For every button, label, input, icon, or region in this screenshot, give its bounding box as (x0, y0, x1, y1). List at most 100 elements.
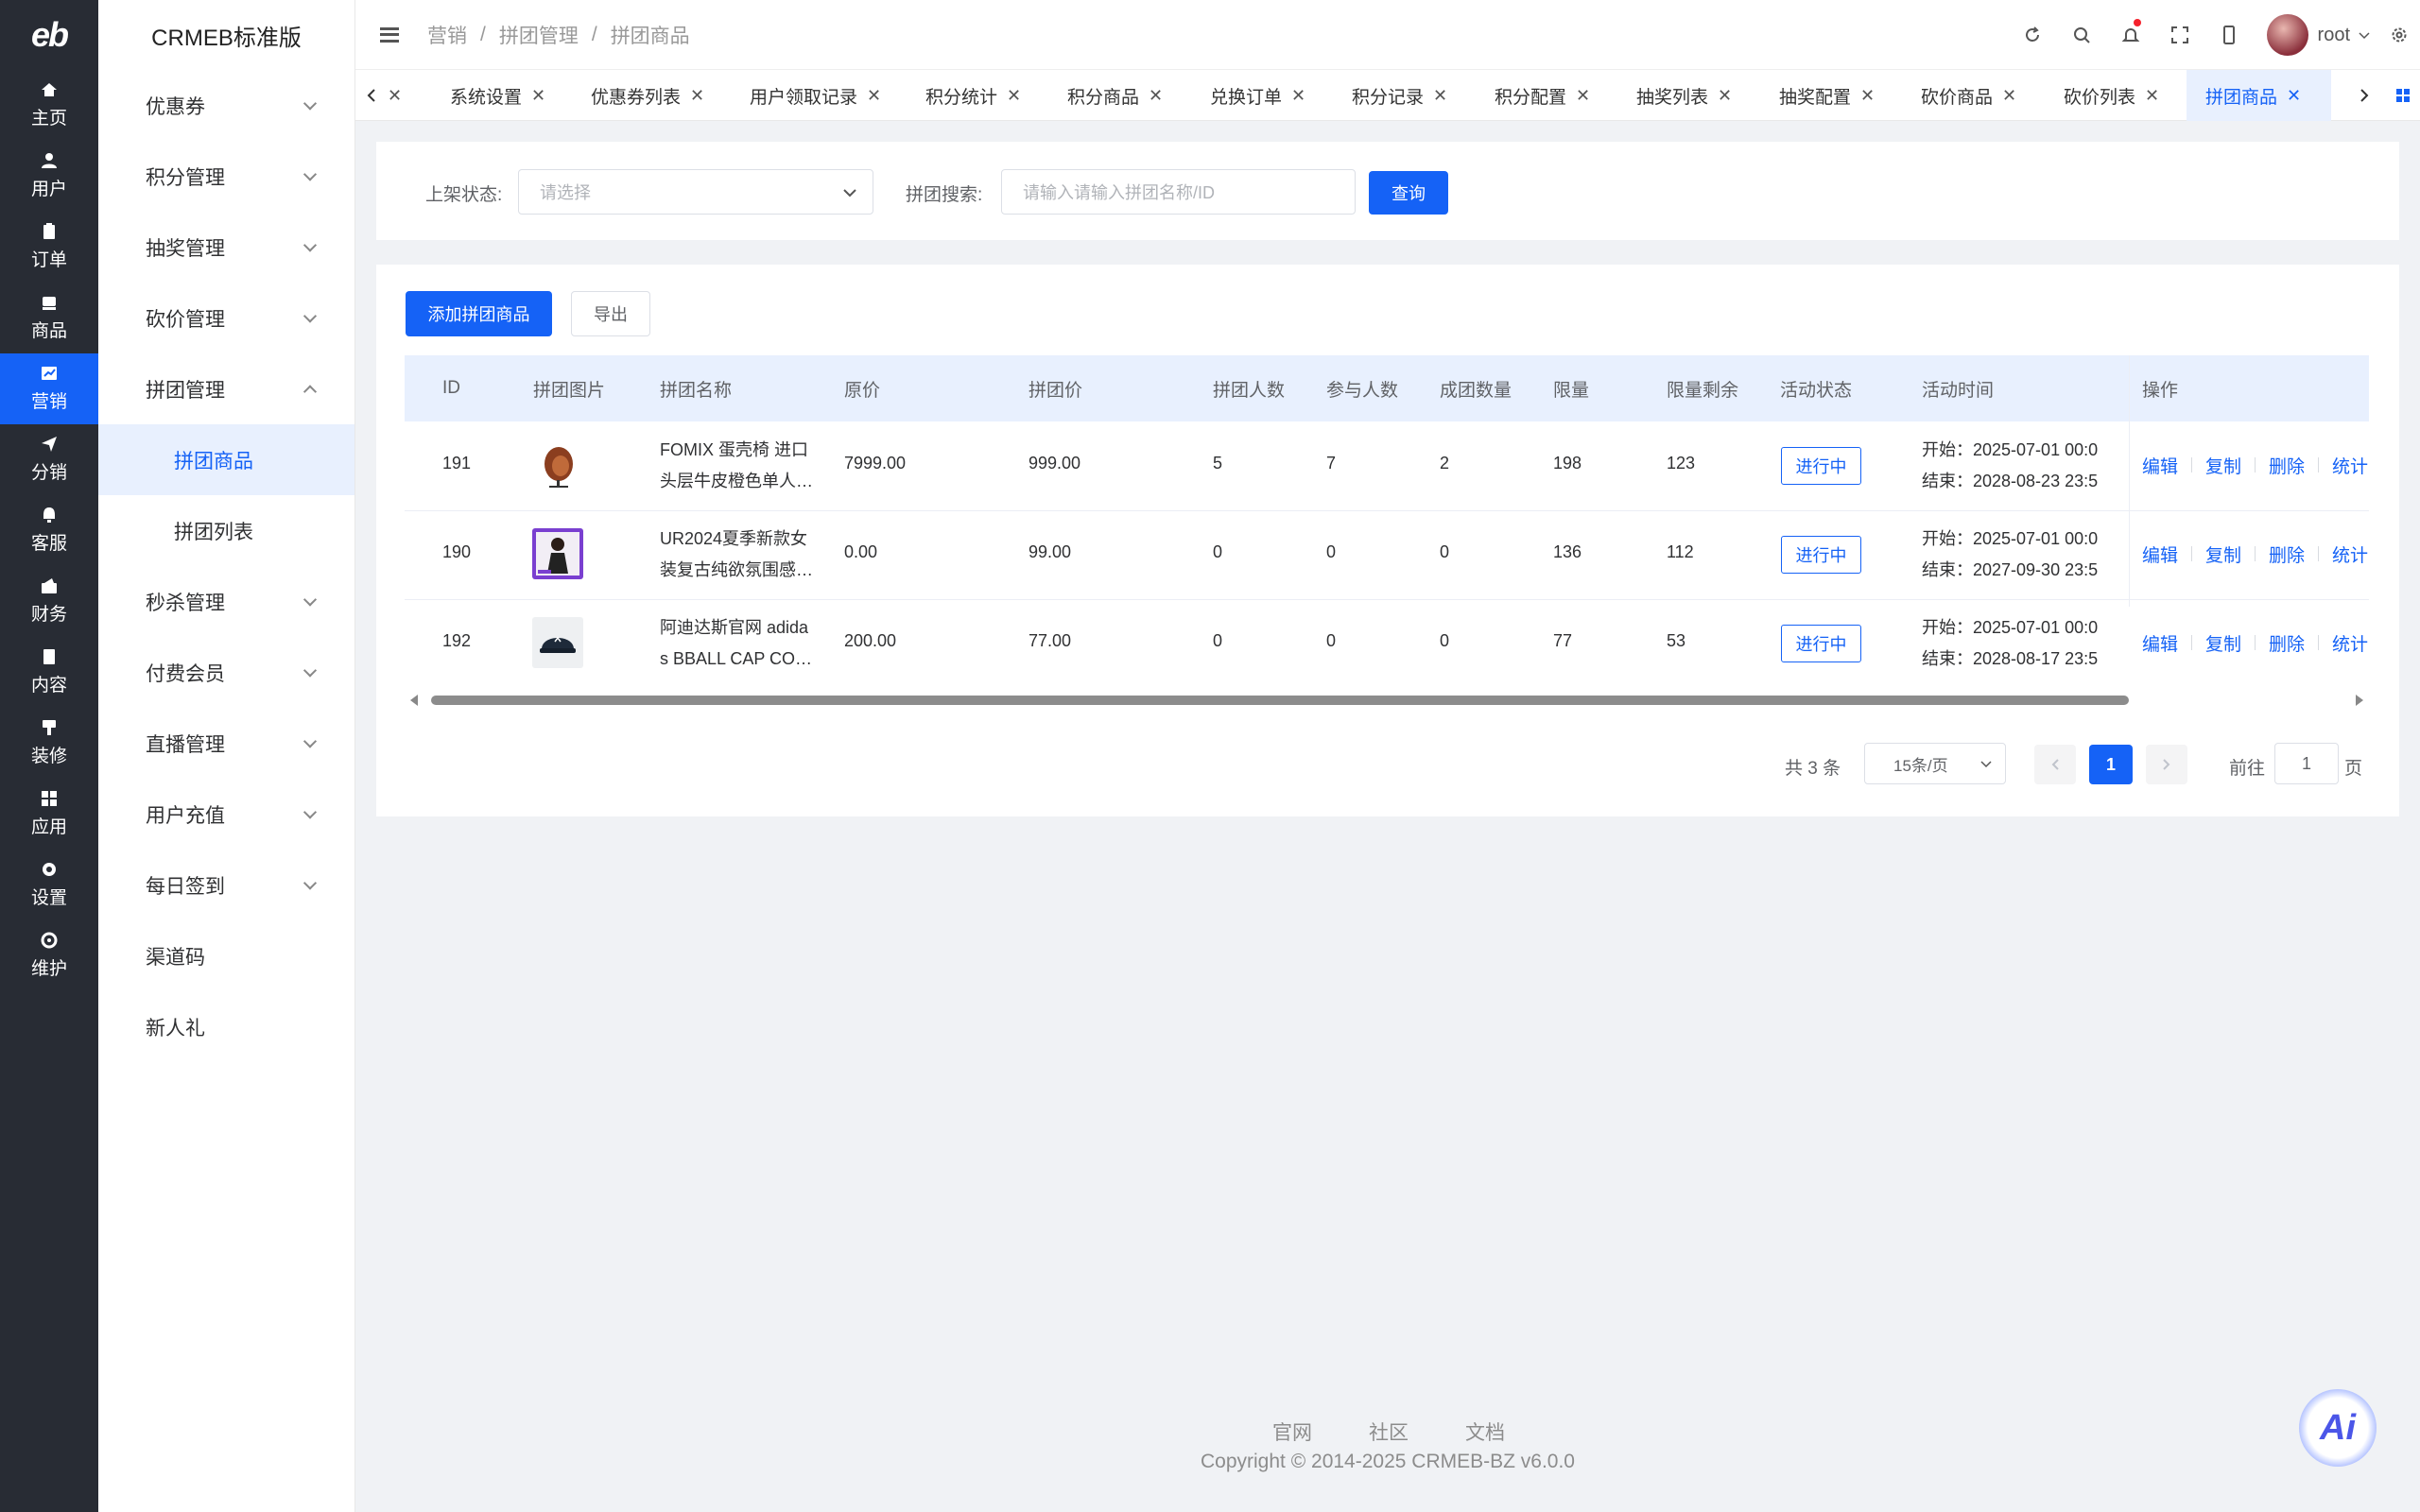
copy-link[interactable]: 复制 (2205, 541, 2241, 567)
tab-lottery-list[interactable]: 抽奖列表 ✕ (1617, 70, 1751, 121)
stats-link[interactable]: 统计 (2332, 453, 2368, 478)
menu-points[interactable]: 积分管理 (98, 141, 354, 212)
menu-bargain[interactable]: 砍价管理 (98, 283, 354, 353)
goto-page-input[interactable]: 1 (2274, 743, 2339, 784)
close-icon[interactable]: ✕ (1718, 86, 1732, 106)
delete-link[interactable]: 删除 (2269, 630, 2305, 656)
menu-newcomer-gift[interactable]: 新人礼 (98, 991, 354, 1062)
menu-channel-code[interactable]: 渠道码 (98, 920, 354, 991)
ai-assistant-button[interactable]: Ai (2299, 1389, 2377, 1467)
close-icon[interactable]: ✕ (1007, 86, 1021, 106)
avatar[interactable] (2266, 14, 2308, 56)
menu-coupon[interactable]: 优惠券 (98, 70, 354, 141)
rail-item-home[interactable]: 主页 (0, 70, 98, 141)
copy-link[interactable]: 复制 (2205, 453, 2241, 478)
next-page-button[interactable] (2146, 745, 2187, 784)
horizontal-scrollbar[interactable] (405, 691, 2369, 710)
breadcrumb-item[interactable]: 营销 (427, 21, 467, 49)
stats-link[interactable]: 统计 (2332, 630, 2368, 656)
logo[interactable]: eb (0, 0, 98, 70)
gear-icon[interactable] (2378, 0, 2420, 70)
breadcrumb-item[interactable]: 拼团管理 (499, 21, 579, 49)
tab-grid-icon[interactable] (2386, 70, 2420, 121)
prev-page-button[interactable] (2034, 745, 2076, 784)
tab-bargain-list[interactable]: 砍价列表 ✕ (2045, 70, 2178, 121)
query-button[interactable]: 查询 (1369, 171, 1448, 215)
close-icon[interactable]: ✕ (2287, 86, 2301, 106)
menu-seckill[interactable]: 秒杀管理 (98, 566, 354, 637)
export-button[interactable]: 导出 (571, 291, 650, 336)
tab-user-claims[interactable]: 用户领取记录 ✕ (731, 70, 900, 121)
rail-item-settings[interactable]: 设置 (0, 850, 98, 920)
close-icon[interactable]: ✕ (531, 86, 545, 106)
add-group-goods-button[interactable]: 添加拼团商品 (406, 291, 552, 336)
tab-lottery-config[interactable]: 抽奖配置 ✕ (1760, 70, 1893, 121)
product-image[interactable] (532, 528, 583, 579)
close-icon[interactable]: ✕ (867, 86, 881, 106)
tab-points-stats[interactable]: 积分统计 ✕ (907, 70, 1040, 121)
menu-live[interactable]: 直播管理 (98, 708, 354, 779)
rail-item-distribution[interactable]: 分销 (0, 424, 98, 495)
delete-link[interactable]: 删除 (2269, 453, 2305, 478)
close-icon[interactable]: ✕ (1433, 86, 1447, 106)
refresh-icon[interactable] (2008, 0, 2057, 70)
edit-link[interactable]: 编辑 (2142, 453, 2178, 478)
fullscreen-icon[interactable] (2155, 0, 2204, 70)
menu-toggle-icon[interactable] (380, 26, 399, 43)
tab-scroll-left[interactable]: ✕ (355, 70, 411, 121)
rail-item-service[interactable]: 客服 (0, 495, 98, 566)
close-icon[interactable]: ✕ (1149, 86, 1163, 106)
tab-group-goods[interactable]: 拼团商品 ✕ (2187, 70, 2331, 121)
delete-link[interactable]: 删除 (2269, 541, 2305, 567)
close-icon[interactable]: ✕ (690, 86, 704, 106)
tab-points-records[interactable]: 积分记录 ✕ (1333, 70, 1466, 121)
rail-item-user[interactable]: 用户 (0, 141, 98, 212)
tab-points-config[interactable]: 积分配置 ✕ (1476, 70, 1609, 121)
close-icon[interactable]: ✕ (2145, 86, 2159, 106)
copy-link[interactable]: 复制 (2205, 630, 2241, 656)
menu-recharge[interactable]: 用户充值 (98, 779, 354, 850)
stats-link[interactable]: 统计 (2332, 541, 2368, 567)
tab-coupon-list[interactable]: 优惠券列表 ✕ (572, 70, 723, 121)
close-icon[interactable]: ✕ (1860, 86, 1875, 106)
menu-sign-in[interactable]: 每日签到 (98, 850, 354, 920)
tab-scroll-right[interactable] (2348, 70, 2380, 121)
rail-item-maintenance[interactable]: 维护 (0, 920, 98, 991)
rail-item-apps[interactable]: 应用 (0, 779, 98, 850)
search-icon[interactable] (2057, 0, 2106, 70)
rail-item-order[interactable]: 订单 (0, 212, 98, 283)
chevron-down-icon[interactable] (2350, 0, 2378, 70)
tab-exchange-orders[interactable]: 兑换订单 ✕ (1191, 70, 1324, 121)
rail-item-decorate[interactable]: 装修 (0, 708, 98, 779)
menu-group-goods[interactable]: 拼团商品 (98, 424, 354, 495)
tab-system-settings[interactable]: 系统设置 ✕ (431, 70, 564, 121)
page-size-select[interactable]: 15条/页 (1864, 743, 2006, 784)
bell-icon[interactable] (2106, 0, 2155, 70)
menu-lottery[interactable]: 抽奖管理 (98, 212, 354, 283)
close-icon[interactable]: ✕ (1576, 86, 1590, 106)
user-name[interactable]: root (2318, 25, 2350, 46)
status-select[interactable]: 请选择 (518, 169, 873, 215)
menu-group-list[interactable]: 拼团列表 (98, 495, 354, 566)
product-image[interactable] (532, 617, 583, 668)
rail-item-content[interactable]: 内容 (0, 637, 98, 708)
search-input[interactable]: 请输入请输入拼团名称/ID (1001, 169, 1356, 215)
close-icon[interactable]: ✕ (388, 86, 402, 106)
close-icon[interactable]: ✕ (1291, 86, 1305, 106)
tab-bargain-goods[interactable]: 砍价商品 ✕ (1902, 70, 2035, 121)
rail-item-goods[interactable]: 商品 (0, 283, 98, 353)
footer-link-website[interactable]: 官网 (1272, 1418, 1312, 1446)
tab-points-goods[interactable]: 积分商品 ✕ (1048, 70, 1182, 121)
rail-item-marketing[interactable]: 营销 (0, 353, 98, 424)
edit-link[interactable]: 编辑 (2142, 541, 2178, 567)
menu-paid-member[interactable]: 付费会员 (98, 637, 354, 708)
footer-link-docs[interactable]: 文档 (1465, 1418, 1505, 1446)
footer-link-community[interactable]: 社区 (1369, 1418, 1409, 1446)
menu-group-buy[interactable]: 拼团管理 (98, 353, 354, 424)
product-image[interactable] (532, 439, 583, 490)
page-1-button[interactable]: 1 (2089, 745, 2133, 784)
mobile-preview-icon[interactable] (2204, 0, 2254, 70)
close-icon[interactable]: ✕ (2002, 86, 2016, 106)
rail-item-finance[interactable]: 财务 (0, 566, 98, 637)
edit-link[interactable]: 编辑 (2142, 630, 2178, 656)
